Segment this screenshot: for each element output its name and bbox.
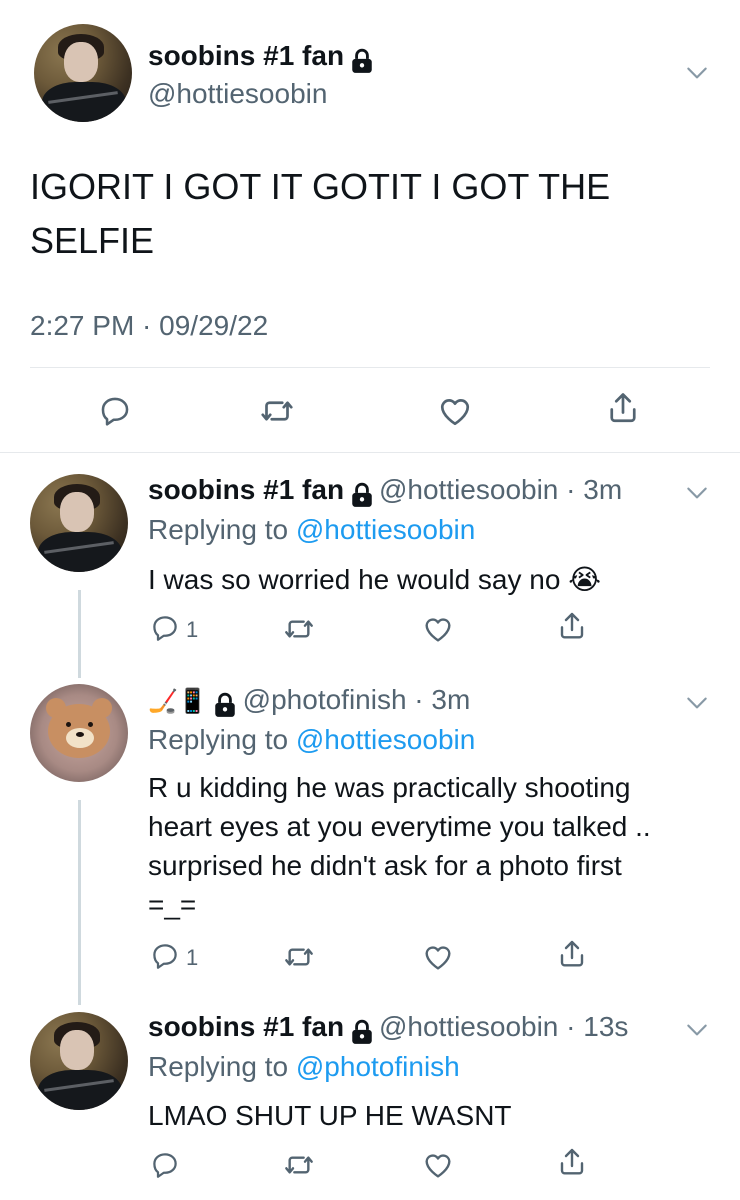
- chevron-down-icon[interactable]: [684, 690, 710, 716]
- reply-icon[interactable]: [150, 941, 180, 971]
- handle[interactable]: @hottiesoobin: [148, 78, 327, 110]
- reply-count: 1: [186, 945, 199, 970]
- display-name[interactable]: soobins #1 fan: [148, 40, 344, 71]
- share-icon[interactable]: [605, 390, 641, 426]
- thread-line: [78, 800, 81, 1005]
- retweet-icon[interactable]: [283, 941, 315, 973]
- share-icon[interactable]: [556, 938, 588, 970]
- handle-time[interactable]: @photofinish · 3m: [243, 684, 471, 715]
- handle-time[interactable]: @hottiesoobin · 13s: [379, 1011, 628, 1042]
- reply-icon[interactable]: [150, 613, 180, 643]
- thread-line: [78, 590, 81, 678]
- lock-icon: [349, 1019, 375, 1045]
- like-icon[interactable]: [437, 393, 473, 429]
- tweet-text: I was so worried he would say no 😭: [148, 564, 601, 595]
- retweet-icon[interactable]: [283, 1149, 315, 1181]
- like-icon[interactable]: [422, 1149, 454, 1181]
- display-name[interactable]: soobins #1 fan: [148, 1011, 344, 1042]
- chevron-down-icon[interactable]: [684, 1017, 710, 1043]
- display-name[interactable]: soobins #1 fan: [148, 474, 344, 505]
- replying-prefix: Replying to: [148, 514, 289, 545]
- tweet-text-line: SELFIE: [30, 220, 155, 261]
- replying-to-link[interactable]: @photofinish: [296, 1051, 460, 1082]
- tweet-text: IGORIT I GOT IT GOTIT I GOT THE SELFIE: [30, 160, 610, 268]
- retweet-icon[interactable]: [259, 393, 295, 429]
- retweet-icon[interactable]: [283, 613, 315, 645]
- avatar[interactable]: [34, 24, 132, 122]
- chevron-down-icon[interactable]: [684, 480, 710, 506]
- replying-prefix: Replying to: [148, 1051, 289, 1082]
- tweet-text-line: surprised he didn't ask for a photo firs…: [148, 850, 622, 881]
- avatar[interactable]: [30, 684, 128, 782]
- display-name-emoji[interactable]: 🏒📱: [148, 688, 208, 715]
- tweet-text-line: R u kidding he was practically shooting: [148, 772, 631, 803]
- tweet-text-line: heart eyes at you everytime you talked .…: [148, 811, 651, 842]
- like-icon[interactable]: [422, 941, 454, 973]
- tweet-text-line: IGORIT I GOT IT GOTIT I GOT THE: [30, 166, 611, 207]
- avatar[interactable]: [30, 474, 128, 572]
- tweet-text: R u kidding he was practically shooting …: [148, 768, 651, 924]
- timestamp[interactable]: 2:27 PM · 09/29/22: [30, 310, 268, 342]
- lock-icon: [212, 692, 238, 718]
- tweet-text-line: =_=: [148, 889, 197, 920]
- reply-count: 1: [186, 617, 199, 642]
- tweet-text: LMAO SHUT UP HE WASNT: [148, 1100, 512, 1131]
- replying-to-link[interactable]: @hottiesoobin: [296, 724, 475, 755]
- reply-icon[interactable]: [98, 394, 132, 428]
- avatar[interactable]: [30, 1012, 128, 1110]
- lock-icon: [349, 48, 375, 74]
- reply-icon[interactable]: [150, 1150, 180, 1180]
- replying-to-link[interactable]: @hottiesoobin: [296, 514, 475, 545]
- lock-icon: [349, 482, 375, 508]
- divider: [30, 367, 710, 368]
- replying-prefix: Replying to: [148, 724, 289, 755]
- share-icon[interactable]: [556, 610, 588, 642]
- chevron-down-icon[interactable]: [684, 60, 710, 86]
- share-icon[interactable]: [556, 1146, 588, 1178]
- divider: [0, 452, 740, 453]
- like-icon[interactable]: [422, 613, 454, 645]
- handle-time[interactable]: @hottiesoobin · 3m: [379, 474, 622, 505]
